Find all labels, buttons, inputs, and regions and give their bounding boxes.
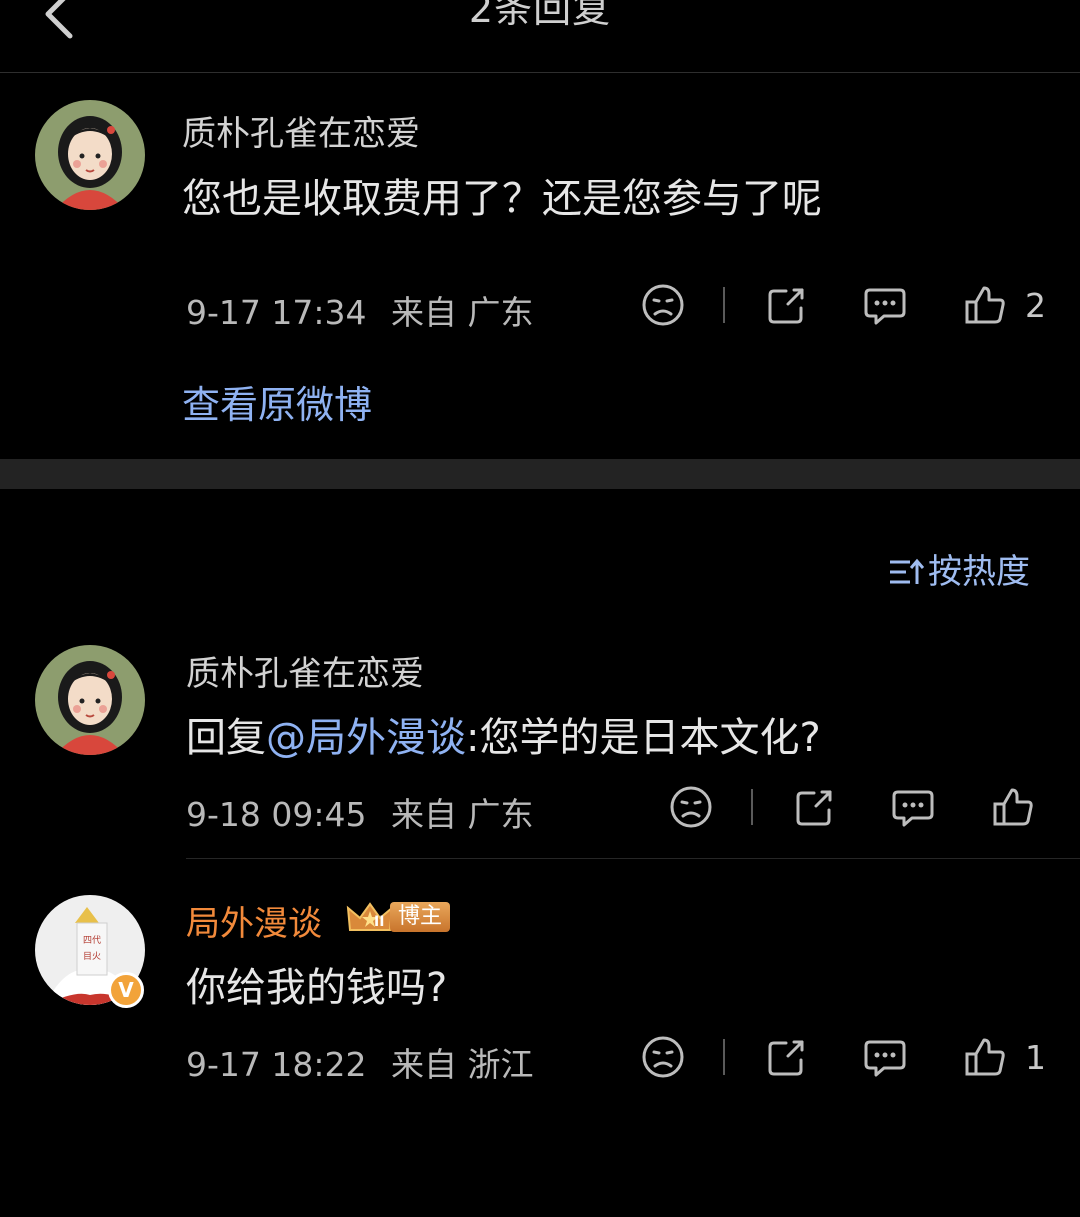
mention-link[interactable]: @局外漫谈 xyxy=(266,715,466,761)
reply-divider xyxy=(186,858,1080,859)
reply-body: :您学的是日本文化? xyxy=(466,715,821,761)
badge-level: II xyxy=(374,914,385,930)
reply-text: 回复@局外漫谈:您学的是日本文化? xyxy=(186,705,821,763)
sort-button[interactable]: 按热度 xyxy=(888,544,1030,593)
svg-text:目火: 目火 xyxy=(83,951,101,962)
comment-icon[interactable] xyxy=(890,784,936,830)
reply-time: 18:22 xyxy=(271,1045,367,1084)
reply-from-label: 来自 xyxy=(391,795,458,834)
comment-icon[interactable] xyxy=(862,282,908,328)
comment-location: 广东 xyxy=(467,293,534,332)
reply-time: 09:45 xyxy=(271,795,367,834)
section-divider xyxy=(0,459,1080,489)
verified-icon: V xyxy=(108,972,144,1008)
reply-date: 9-18 xyxy=(186,795,261,834)
like-thumb-icon[interactable] xyxy=(962,1034,1008,1080)
comment-icon[interactable] xyxy=(862,1034,908,1080)
reply-prefix: 回复 xyxy=(186,715,266,761)
comment-time: 17:34 xyxy=(271,293,367,332)
reply-author[interactable]: 局外漫谈 xyxy=(186,896,322,945)
reply-location: 浙江 xyxy=(467,1045,534,1084)
like-count: 1 xyxy=(1025,1038,1046,1077)
like-thumb-icon[interactable] xyxy=(962,282,1008,328)
action-divider xyxy=(751,789,753,825)
reply-text: 你给我的钱吗? xyxy=(186,965,448,1011)
reply-meta: 9-17 18:22 来自 浙江 xyxy=(186,1038,534,1086)
comment-text: 您也是收取费用了？还是您参与了呢 xyxy=(182,176,822,222)
comment-date: 9-17 xyxy=(186,293,261,332)
like-thumb-icon[interactable] xyxy=(990,784,1036,830)
sort-label: 按热度 xyxy=(928,552,1030,592)
share-icon[interactable] xyxy=(764,282,810,328)
share-icon[interactable] xyxy=(764,1034,810,1080)
action-divider xyxy=(723,1039,725,1075)
reply-location: 广东 xyxy=(467,795,534,834)
avatar[interactable] xyxy=(35,645,145,755)
comment-meta: 9-17 17:34 来自 广东 xyxy=(186,286,534,334)
share-icon[interactable] xyxy=(792,784,838,830)
avatar[interactable] xyxy=(35,100,145,210)
dislike-face-icon[interactable] xyxy=(640,1034,686,1080)
crown-icon xyxy=(346,902,394,931)
dislike-face-icon[interactable] xyxy=(668,784,714,830)
view-original-link[interactable]: 查看原微博 xyxy=(182,374,372,429)
like-count: 2 xyxy=(1025,286,1046,325)
reply-from-label: 来自 xyxy=(391,1045,458,1084)
top-bar: 2条回复 xyxy=(0,0,1080,73)
badge-label: 博主 xyxy=(390,902,451,932)
sort-icon xyxy=(890,558,925,584)
action-divider xyxy=(723,287,725,323)
reply-author[interactable]: 质朴孔雀在恋爱 xyxy=(186,646,424,695)
svg-text:四代: 四代 xyxy=(83,935,101,946)
dislike-face-icon[interactable] xyxy=(640,282,686,328)
reply-meta: 9-18 09:45 来自 广东 xyxy=(186,788,534,836)
comment-from-label: 来自 xyxy=(391,293,458,332)
reply-date: 9-17 xyxy=(186,1045,261,1084)
page-title: 2条回复 xyxy=(468,0,612,31)
comment-author[interactable]: 质朴孔雀在恋爱 xyxy=(182,106,420,155)
